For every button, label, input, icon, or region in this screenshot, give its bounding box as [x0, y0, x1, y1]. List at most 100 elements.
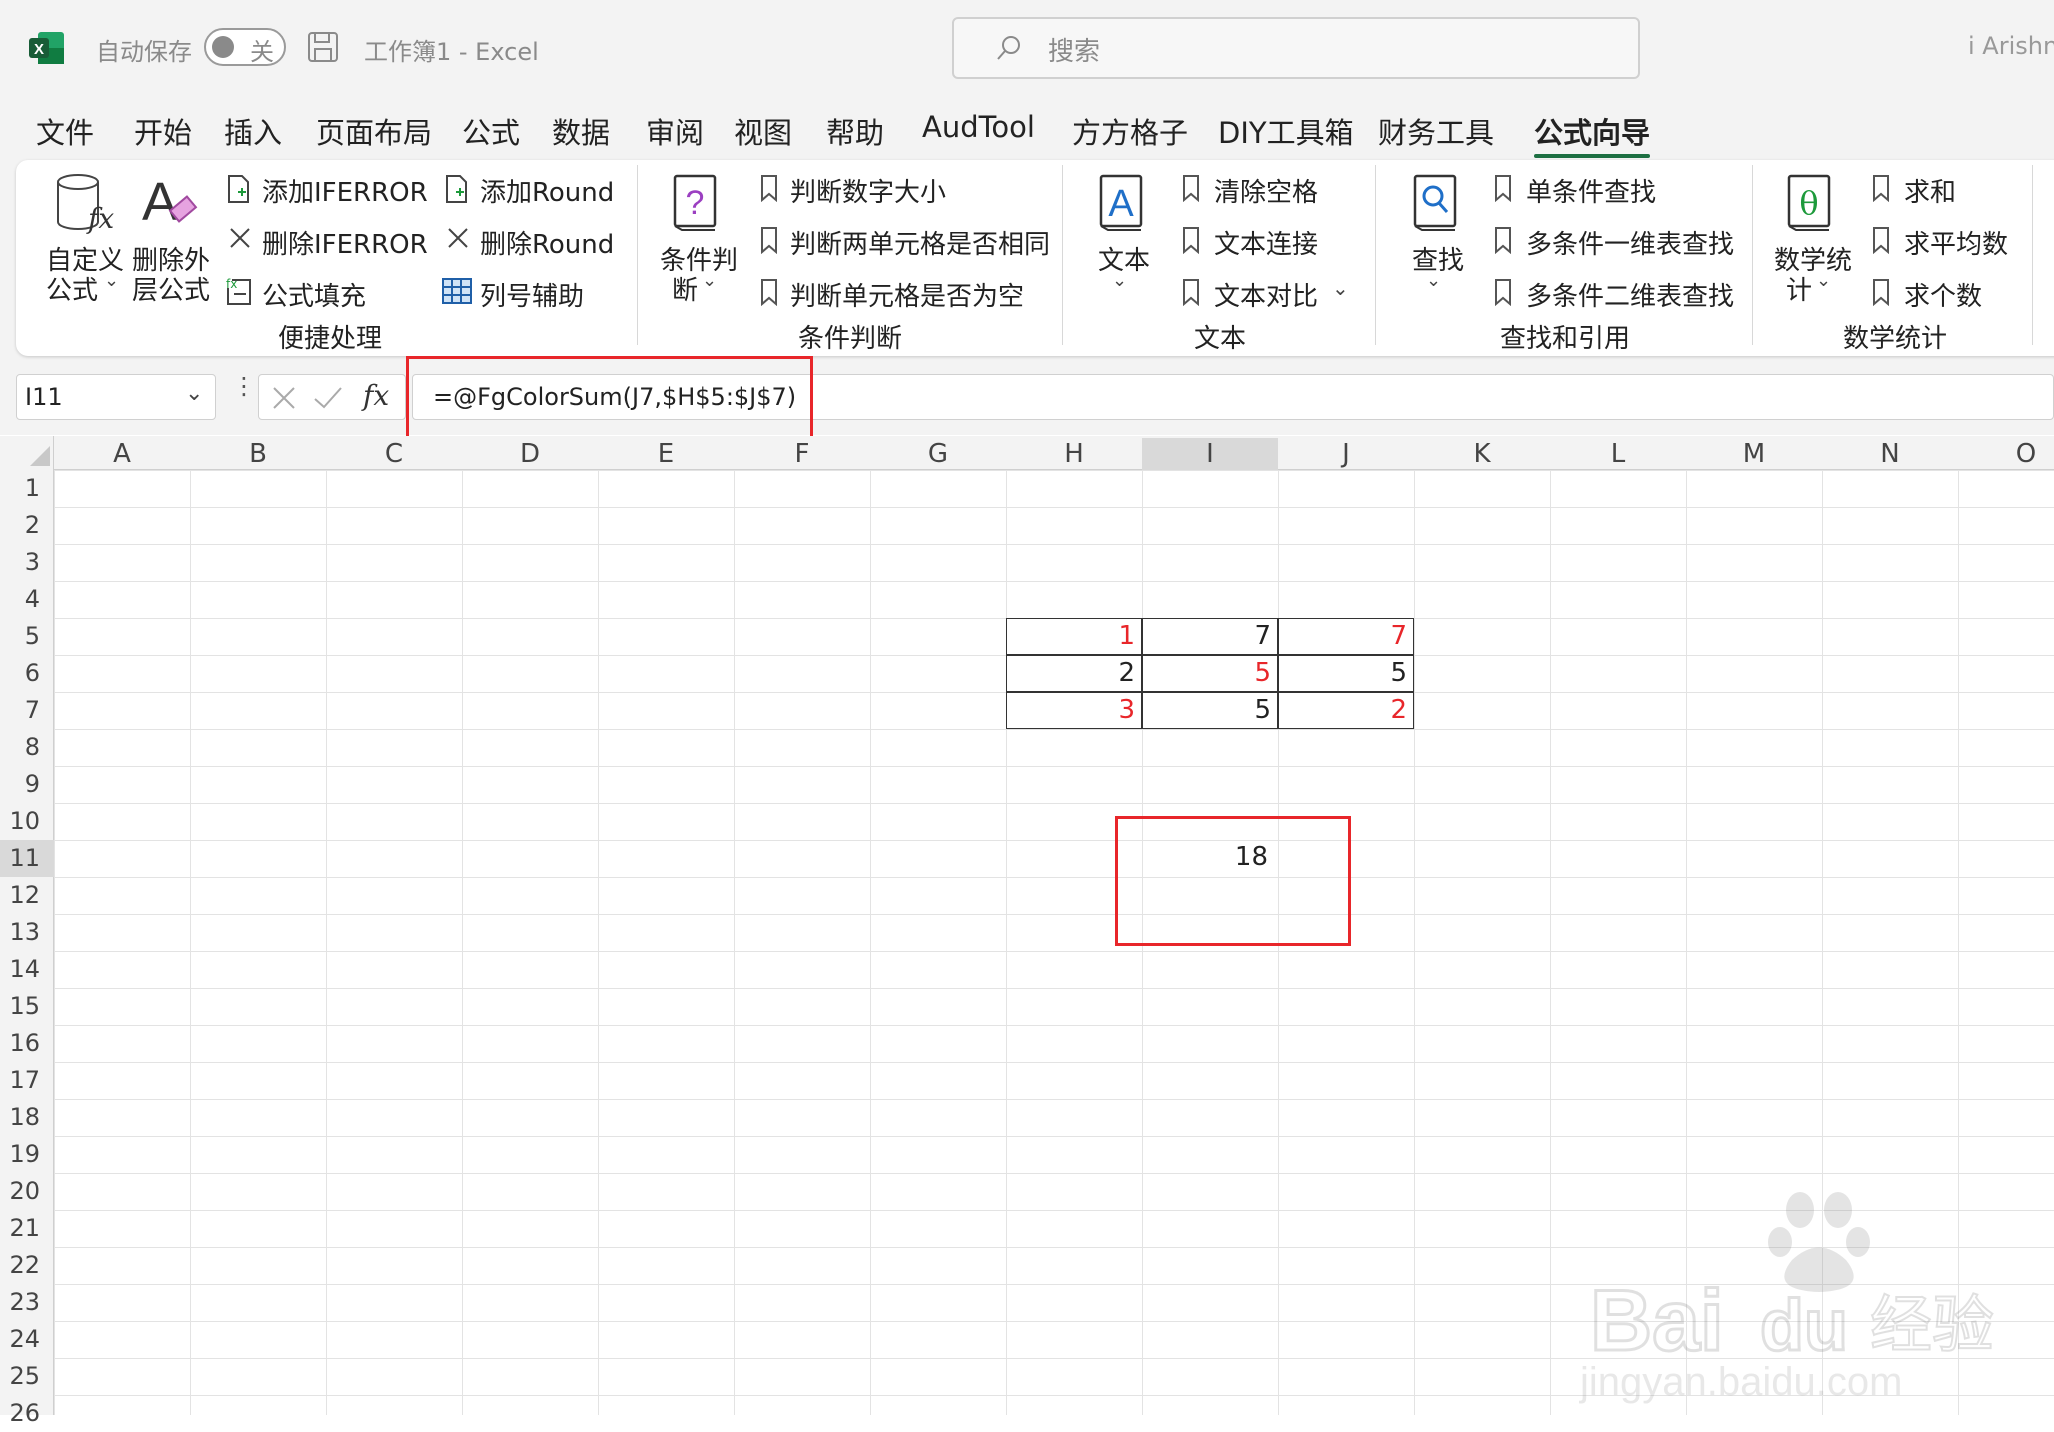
table-cell[interactable]: 2 — [1278, 692, 1414, 729]
tab-4[interactable]: 公式 — [462, 110, 520, 152]
tab-0[interactable]: 文件 — [36, 110, 94, 152]
tab-13[interactable]: 公式向导 — [1534, 110, 1651, 158]
row-header-14[interactable]: 14 — [0, 951, 40, 988]
column-header-G[interactable]: G — [870, 438, 1006, 470]
row-header-8[interactable]: 8 — [0, 729, 40, 766]
chevron-down-icon[interactable]: ⌄ — [1332, 276, 1349, 300]
row-header-24[interactable]: 24 — [0, 1321, 40, 1358]
tab-10[interactable]: 方方格子 — [1072, 110, 1188, 152]
table-cell[interactable]: 7 — [1142, 618, 1278, 655]
tab-3[interactable]: 页面布局 — [316, 110, 432, 152]
row-header-4[interactable]: 4 — [0, 581, 40, 618]
sum-button[interactable]: 求和 — [1904, 172, 1956, 209]
check-icon[interactable] — [313, 385, 343, 415]
tab-2[interactable]: 插入 — [224, 110, 282, 152]
save-icon[interactable] — [306, 30, 340, 64]
tab-7[interactable]: 视图 — [734, 110, 792, 152]
autosave-toggle[interactable]: 关 — [204, 28, 286, 66]
tab-5[interactable]: 数据 — [552, 110, 610, 152]
row-header-16[interactable]: 16 — [0, 1025, 40, 1062]
delete-iferror-button[interactable]: 删除IFERROR — [262, 224, 428, 261]
search-box[interactable]: 搜索 — [952, 17, 1640, 79]
table-cell[interactable]: 5 — [1142, 655, 1278, 692]
table-cell[interactable]: 5 — [1142, 692, 1278, 729]
table-cell[interactable]: 1 — [1006, 618, 1142, 655]
single-condition-lookup-button[interactable]: 单条件查找 — [1526, 172, 1656, 209]
row-header-12[interactable]: 12 — [0, 877, 40, 914]
tab-8[interactable]: 帮助 — [826, 110, 884, 152]
row-header-10[interactable]: 10 — [0, 803, 40, 840]
chevron-down-icon[interactable]: ⌄ — [104, 270, 119, 291]
chevron-down-icon[interactable]: ⌄ — [1816, 270, 1831, 291]
table-cell[interactable]: 7 — [1278, 618, 1414, 655]
formula-fill-button[interactable]: 公式填充 — [262, 276, 366, 313]
row-header-19[interactable]: 19 — [0, 1136, 40, 1173]
cancel-icon[interactable] — [271, 385, 297, 415]
row-header-13[interactable]: 13 — [0, 914, 40, 951]
tab-6[interactable]: 审阅 — [646, 110, 704, 152]
row-header-21[interactable]: 21 — [0, 1210, 40, 1247]
row-header-1[interactable]: 1 — [0, 470, 40, 507]
more-options-icon[interactable]: ⋮ — [232, 374, 256, 398]
table-cell[interactable]: 2 — [1006, 655, 1142, 692]
column-header-I[interactable]: I — [1142, 438, 1278, 470]
chevron-down-icon[interactable]: ⌄ — [185, 381, 203, 406]
tab-11[interactable]: DIY工具箱 — [1218, 110, 1354, 152]
column-header-E[interactable]: E — [598, 438, 734, 470]
row-header-25[interactable]: 25 — [0, 1358, 40, 1395]
multi-condition-1d-lookup-button[interactable]: 多条件一维表查找 — [1526, 224, 1734, 261]
row-header-15[interactable]: 15 — [0, 988, 40, 1025]
tab-1[interactable]: 开始 — [134, 110, 192, 152]
row-header-22[interactable]: 22 — [0, 1247, 40, 1284]
column-header-D[interactable]: D — [462, 438, 598, 470]
row-header-9[interactable]: 9 — [0, 766, 40, 803]
column-header-F[interactable]: F — [734, 438, 870, 470]
column-header-H[interactable]: H — [1006, 438, 1142, 470]
column-header-N[interactable]: N — [1822, 438, 1958, 470]
text-concat-button[interactable]: 文本连接 — [1214, 224, 1318, 261]
name-box[interactable]: I11 ⌄ — [16, 374, 216, 420]
row-header-18[interactable]: 18 — [0, 1099, 40, 1136]
column-header-K[interactable]: K — [1414, 438, 1550, 470]
judge-cell-empty-button[interactable]: 判断单元格是否为空 — [790, 276, 1024, 313]
delete-outer-formula-label-2[interactable]: 层公式 — [132, 270, 210, 307]
column-helper-button[interactable]: 列号辅助 — [480, 276, 584, 313]
delete-round-button[interactable]: 删除Round — [480, 224, 614, 261]
row-header-11[interactable]: 11 — [0, 840, 54, 877]
row-header-20[interactable]: 20 — [0, 1173, 40, 1210]
row-header-2[interactable]: 2 — [0, 507, 40, 544]
select-all-corner[interactable] — [30, 446, 50, 466]
table-cell[interactable]: 5 — [1278, 655, 1414, 692]
row-header-3[interactable]: 3 — [0, 544, 40, 581]
column-header-J[interactable]: J — [1278, 438, 1414, 470]
text-compare-button[interactable]: 文本对比 — [1214, 276, 1318, 313]
chevron-down-icon[interactable]: ⌄ — [702, 270, 717, 291]
clear-spaces-button[interactable]: 清除空格 — [1214, 172, 1318, 209]
math-stats-label-2[interactable]: 计 — [1786, 270, 1812, 307]
user-name[interactable]: i Arishn — [1968, 32, 2054, 60]
column-header-B[interactable]: B — [190, 438, 326, 470]
column-header-A[interactable]: A — [54, 438, 190, 470]
add-round-button[interactable]: 添加Round — [480, 172, 614, 209]
chevron-down-icon[interactable]: ⌄ — [1426, 270, 1441, 291]
multi-condition-2d-lookup-button[interactable]: 多条件二维表查找 — [1526, 276, 1734, 313]
condition-judge-label-2[interactable]: 断 — [672, 270, 698, 307]
table-cell[interactable]: 3 — [1006, 692, 1142, 729]
row-header-17[interactable]: 17 — [0, 1062, 40, 1099]
insert-function-icon[interactable]: fx — [363, 379, 389, 412]
count-button[interactable]: 求个数 — [1904, 276, 1982, 313]
judge-two-cells-same-button[interactable]: 判断两单元格是否相同 — [790, 224, 1050, 261]
column-header-M[interactable]: M — [1686, 438, 1822, 470]
tab-9[interactable]: AudTool — [922, 110, 1035, 144]
row-header-26[interactable]: 26 — [0, 1395, 40, 1432]
row-header-6[interactable]: 6 — [0, 655, 40, 692]
row-header-7[interactable]: 7 — [0, 692, 40, 729]
column-header-L[interactable]: L — [1550, 438, 1686, 470]
row-header-23[interactable]: 23 — [0, 1284, 40, 1321]
column-header-C[interactable]: C — [326, 438, 462, 470]
chevron-down-icon[interactable]: ⌄ — [1112, 270, 1127, 291]
tab-12[interactable]: 财务工具 — [1378, 110, 1494, 152]
average-button[interactable]: 求平均数 — [1904, 224, 2008, 261]
judge-number-size-button[interactable]: 判断数字大小 — [790, 172, 946, 209]
row-header-5[interactable]: 5 — [0, 618, 40, 655]
